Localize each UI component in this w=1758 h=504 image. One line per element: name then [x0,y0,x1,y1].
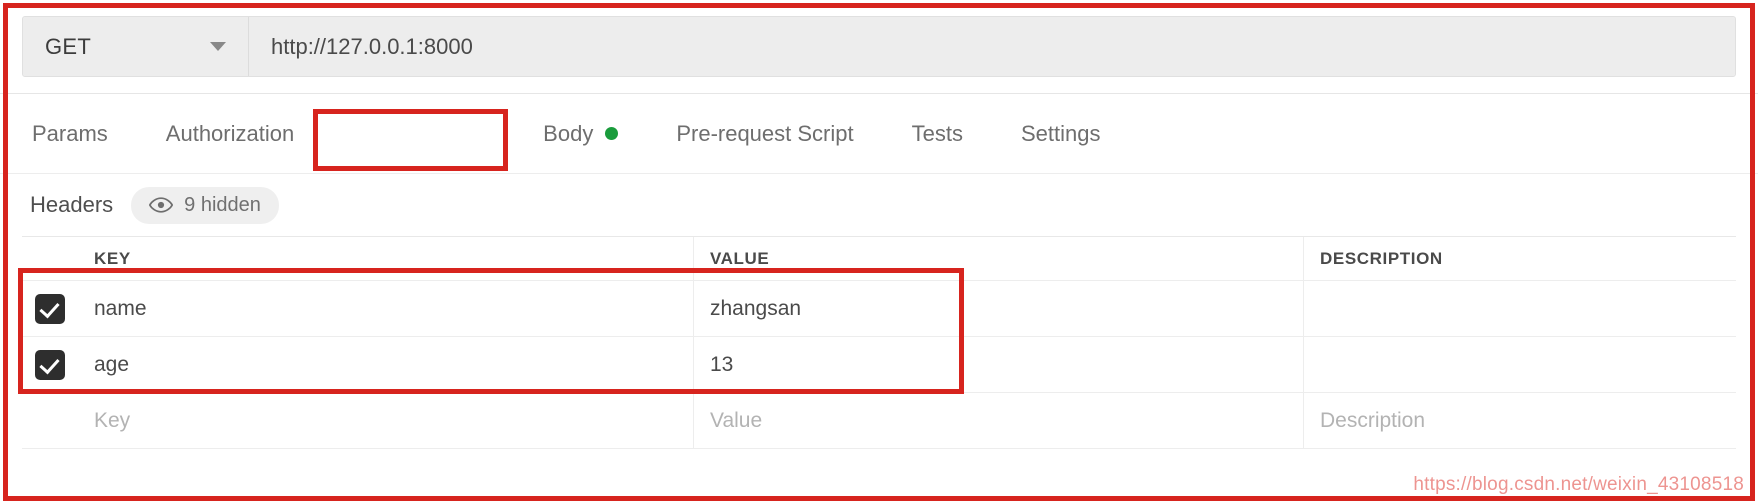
tab-tests-label: Tests [911,120,963,146]
column-header-description: DESCRIPTION [1320,248,1443,268]
http-method-dropdown[interactable]: GET [23,17,249,76]
tab-settings-label: Settings [1020,120,1101,146]
column-header-value: VALUE [694,237,1304,280]
hidden-headers-toggle[interactable]: 9 hidden [131,186,279,224]
tab-headers-label: Headers [352,120,436,146]
checkbox-checked-icon [35,293,65,324]
row-key-input[interactable]: name [78,281,694,336]
headers-subbar: Headers 9 hidden [0,174,1758,236]
headers-table: KEY VALUE DESCRIPTION name zhangsan age … [22,236,1736,449]
headers-section-title: Headers [30,192,114,217]
tab-tests[interactable]: Tests [910,115,965,153]
http-method-label: GET [45,33,92,59]
tab-body-label: Body [543,120,594,146]
url-bar-group: GET http://127.0.0.1:8000 [22,16,1736,77]
row-key-input[interactable]: age [78,337,694,392]
eye-icon [149,197,174,213]
tab-params[interactable]: Params [30,115,110,153]
tab-headers-count: (11) [445,121,482,145]
tab-params-label: Params [32,120,108,146]
row-description-input[interactable] [1304,337,1736,392]
new-row-value-input[interactable]: Value [694,393,1304,448]
watermark-text: https://blog.csdn.net/weixin_43108518 [1413,474,1744,495]
table-header-row: KEY VALUE DESCRIPTION [22,237,1736,281]
request-tabs: Params Authorization Headers (11) Body P… [0,94,1758,174]
tab-settings[interactable]: Settings [1019,115,1103,153]
new-row-checkbox[interactable] [22,393,78,448]
tab-body[interactable]: Body [541,115,620,153]
tab-pre-request-script[interactable]: Pre-request Script [674,115,855,153]
hidden-headers-count-label: 9 hidden [184,193,261,216]
table-row[interactable]: age 13 [22,337,1736,393]
url-input[interactable]: http://127.0.0.1:8000 [249,17,1735,76]
request-url-bar: GET http://127.0.0.1:8000 [0,0,1758,94]
body-status-dot-icon [605,127,619,140]
tab-authorization[interactable]: Authorization [164,115,296,153]
chevron-down-icon [210,42,226,51]
row-enabled-checkbox[interactable] [22,281,78,336]
new-row-key-input[interactable]: Key [78,393,694,448]
row-value-input[interactable]: zhangsan [694,281,1304,336]
postman-request-pane: GET http://127.0.0.1:8000 Params Authori… [0,0,1758,504]
column-header-key: KEY [78,237,694,280]
tab-authorization-label: Authorization [165,120,295,146]
table-row[interactable]: name zhangsan [22,281,1736,337]
tab-pre-request-script-label: Pre-request Script [676,120,854,146]
header-checkbox-col [22,237,78,280]
row-enabled-checkbox[interactable] [22,337,78,392]
checkbox-checked-icon [35,349,65,380]
table-new-row[interactable]: Key Value Description [22,393,1736,449]
row-value-input[interactable]: 13 [694,337,1304,392]
row-description-input[interactable] [1304,281,1736,336]
new-row-description-input[interactable]: Description [1304,393,1736,448]
tab-headers[interactable]: Headers (11) [350,115,483,153]
